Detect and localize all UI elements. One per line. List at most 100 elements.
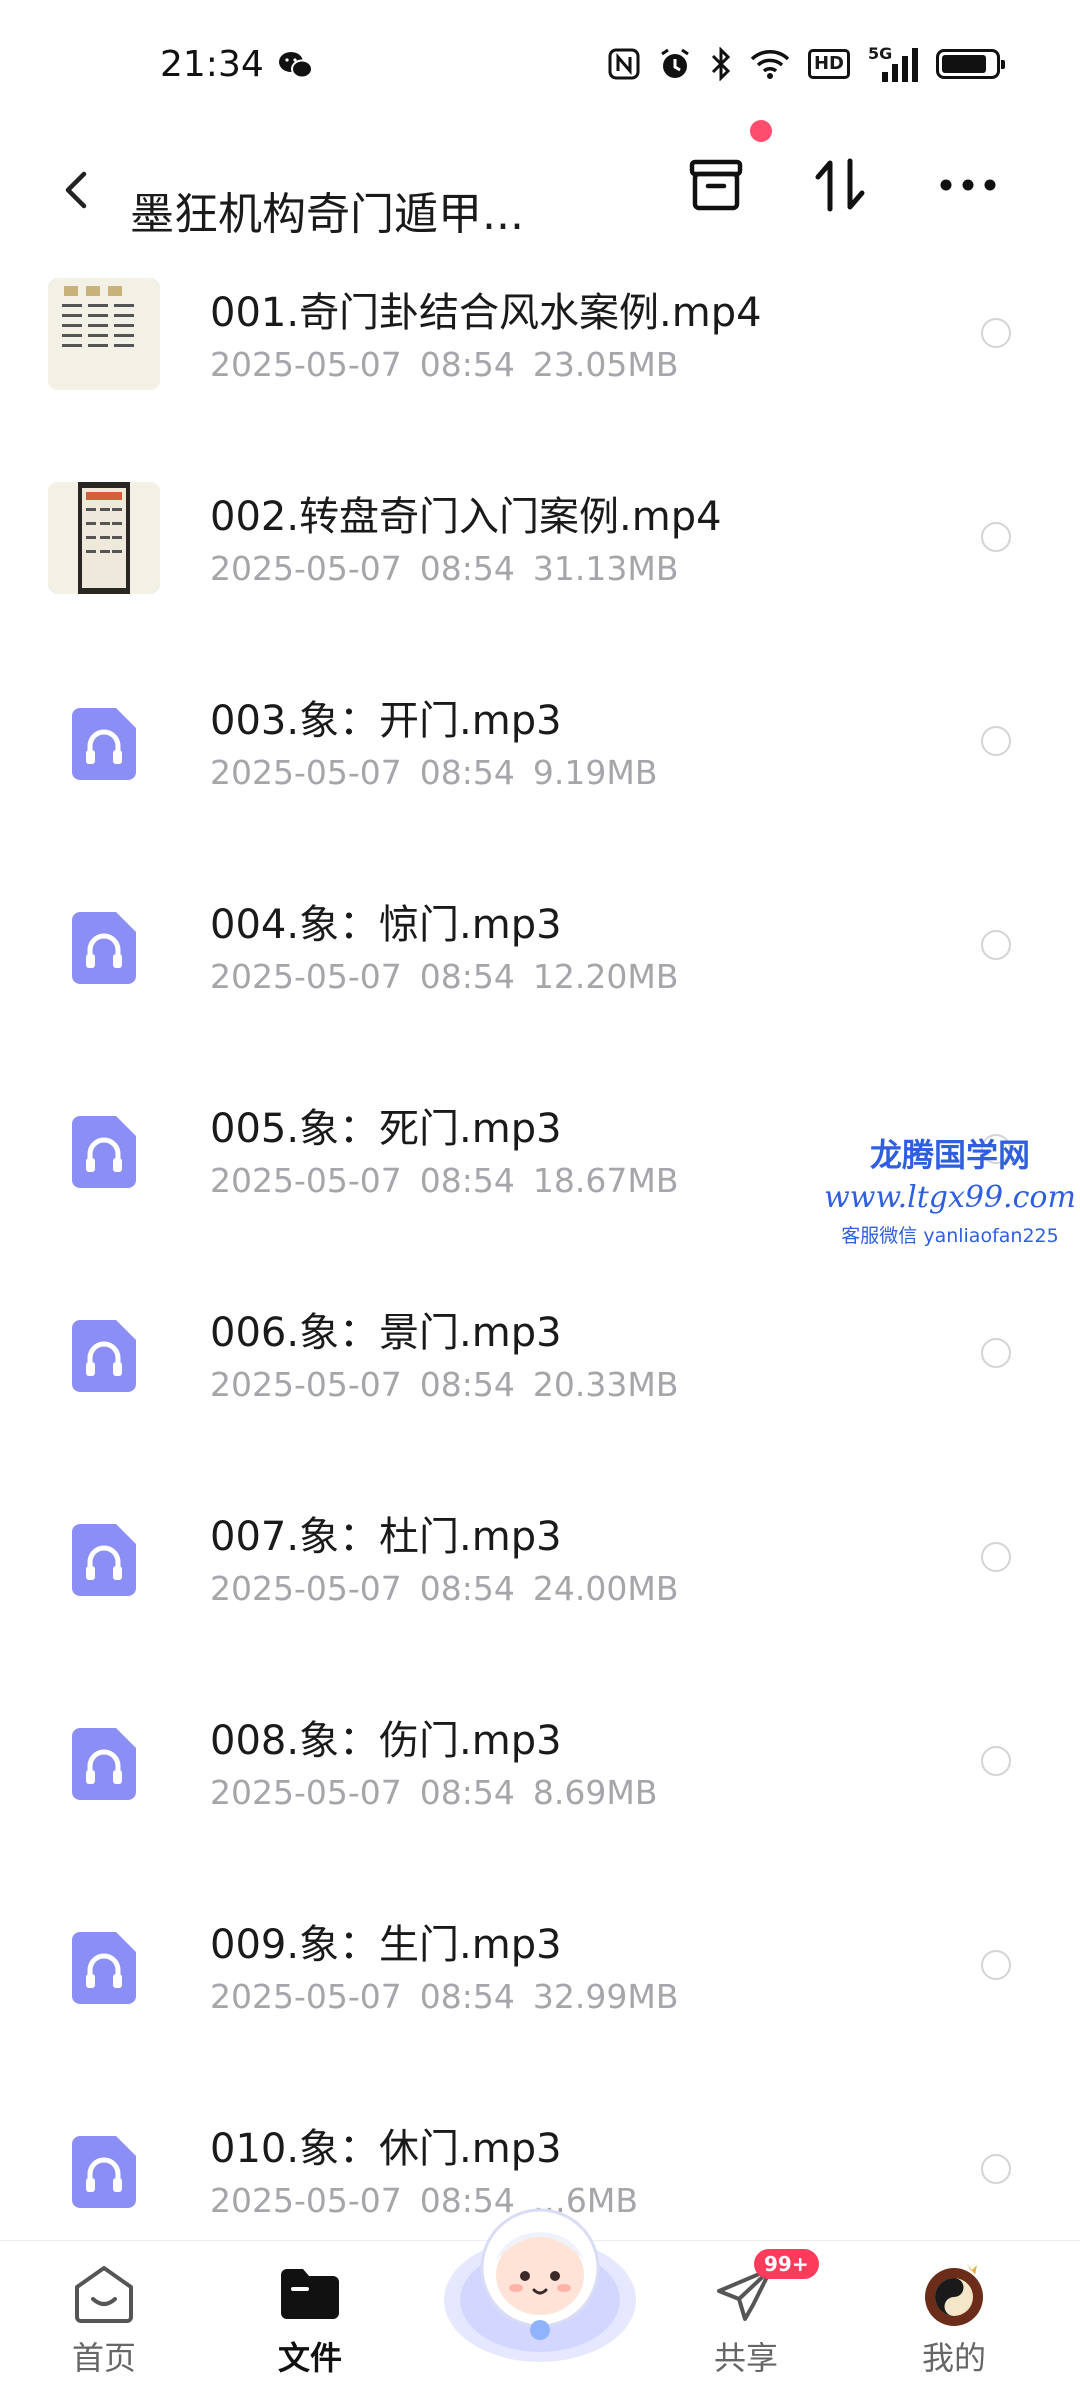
- file-date: 2025-05-07: [210, 753, 402, 792]
- file-date: 2025-05-07: [210, 957, 402, 996]
- back-button[interactable]: [48, 160, 108, 220]
- sort-button[interactable]: [800, 145, 880, 225]
- bluetooth-icon: [710, 47, 732, 81]
- archive-icon: [689, 159, 743, 211]
- notification-dot: [750, 120, 772, 142]
- select-radio[interactable]: [981, 1746, 1011, 1776]
- nav-item-home[interactable]: 首页: [34, 2259, 174, 2379]
- nav-label-share: 共享: [713, 2339, 778, 2377]
- audio-file-icon: [72, 708, 136, 784]
- file-row[interactable]: 002.转盘奇门入门案例.mp4 2025-05-07 08:54 31.13MB: [0, 454, 1080, 658]
- file-name: 002.转盘奇门入门案例.mp4: [210, 494, 722, 540]
- nfc-icon: [608, 48, 640, 80]
- nav-item-share[interactable]: 99+ 共享: [676, 2249, 819, 2379]
- audio-file-icon: [72, 1932, 136, 2008]
- more-icon: [940, 179, 996, 191]
- file-meta: 2025-05-07 08:54 31.13MB: [210, 549, 696, 588]
- select-radio[interactable]: [981, 318, 1011, 348]
- file-row[interactable]: 007.象：杜门.mp3 2025-05-07 08:54 24.00MB: [0, 1474, 1080, 1678]
- folder-icon: [270, 2259, 350, 2329]
- select-radio[interactable]: [981, 1338, 1011, 1368]
- file-meta: 2025-05-07 08:54 24.00MB: [210, 1569, 696, 1608]
- share-icon: 99+: [706, 2249, 819, 2329]
- nav-item-profile[interactable]: 我的: [884, 2259, 1024, 2379]
- file-size: 20.33MB: [532, 1365, 679, 1404]
- more-button[interactable]: [928, 145, 1008, 225]
- file-time: 08:54: [419, 549, 515, 588]
- hd-icon: HD: [807, 49, 850, 79]
- file-size: 31.13MB: [532, 549, 679, 588]
- audio-file-icon: [72, 1524, 136, 1600]
- file-date: 2025-05-07: [210, 1977, 402, 2016]
- header: 墨狂机构奇门遁甲...: [0, 120, 1080, 260]
- file-meta: 2025-05-07 08:54 8.69MB: [210, 1773, 675, 1812]
- file-name: 010.象：休门.mp3: [210, 2126, 562, 2172]
- home-icon: [64, 2259, 144, 2329]
- watermark: 龙腾国学网 www.ltgx99.com 客服微信 yanliaofan225: [820, 1130, 1080, 1248]
- profile-avatar-icon: [914, 2259, 994, 2329]
- audio-file-icon: [72, 912, 136, 988]
- file-size: 24.00MB: [532, 1569, 679, 1608]
- file-meta: 2025-05-07 08:54 32.99MB: [210, 1977, 696, 2016]
- file-row[interactable]: 004.象：惊门.mp3 2025-05-07 08:54 12.20MB: [0, 862, 1080, 1066]
- audio-file-icon: [72, 2136, 136, 2212]
- select-radio[interactable]: [981, 930, 1011, 960]
- share-badge: 99+: [754, 2249, 819, 2279]
- select-radio[interactable]: [981, 1542, 1011, 1572]
- file-time: 08:54: [419, 1773, 515, 1812]
- file-name: 007.象：杜门.mp3: [210, 1514, 562, 1560]
- file-row[interactable]: 001.奇门卦结合风水案例.mp4 2025-05-07 08:54 23.05MB: [0, 250, 1080, 454]
- file-time: 08:54: [419, 1977, 515, 2016]
- file-date: 2025-05-07: [210, 2181, 402, 2220]
- file-name: 001.奇门卦结合风水案例.mp4: [210, 290, 762, 336]
- select-radio[interactable]: [981, 1950, 1011, 1980]
- nav-label-profile: 我的: [921, 2339, 986, 2377]
- file-time: 08:54: [419, 1569, 515, 1608]
- nav-label-home: 首页: [71, 2339, 136, 2377]
- file-size: 9.19MB: [532, 753, 658, 792]
- watermark-url: www.ltgx99.com: [824, 1180, 1076, 1215]
- file-name: 009.象：生门.mp3: [210, 1922, 562, 1968]
- file-date: 2025-05-07: [210, 549, 402, 588]
- ai-assistant-icon[interactable]: [430, 2180, 650, 2380]
- file-name: 006.象：景门.mp3: [210, 1310, 562, 1356]
- file-time: 08:54: [419, 1161, 515, 1200]
- file-row[interactable]: 006.象：景门.mp3 2025-05-07 08:54 20.33MB: [0, 1270, 1080, 1474]
- sort-icon: [815, 158, 865, 212]
- file-size: 32.99MB: [532, 1977, 679, 2016]
- nav-item-files[interactable]: 文件: [240, 2259, 380, 2379]
- status-bar: 21:34 HD 5G: [0, 0, 1080, 130]
- file-size: 23.05MB: [532, 345, 679, 384]
- file-name: 008.象：伤门.mp3: [210, 1718, 562, 1764]
- file-time: 08:54: [419, 345, 515, 384]
- file-date: 2025-05-07: [210, 1365, 402, 1404]
- select-radio[interactable]: [981, 522, 1011, 552]
- archive-button[interactable]: [676, 145, 756, 225]
- select-radio[interactable]: [981, 2154, 1011, 2184]
- file-meta: 2025-05-07 08:54 20.33MB: [210, 1365, 696, 1404]
- video-thumbnail: [48, 278, 160, 390]
- file-meta: 2025-05-07 08:54 9.19MB: [210, 753, 675, 792]
- wifi-icon: [750, 48, 790, 80]
- page-title: 墨狂机构奇门遁甲...: [130, 189, 524, 240]
- chevron-left-icon: [65, 171, 87, 209]
- watermark-contact: 客服微信 yanliaofan225: [841, 1225, 1059, 1247]
- file-time: 08:54: [419, 1365, 515, 1404]
- file-size: 8.69MB: [532, 1773, 658, 1812]
- file-row[interactable]: 009.象：生门.mp3 2025-05-07 08:54 32.99MB: [0, 1882, 1080, 2086]
- file-name: 004.象：惊门.mp3: [210, 902, 562, 948]
- alarm-icon: [658, 47, 692, 81]
- file-name: 003.象：开门.mp3: [210, 698, 562, 744]
- file-time: 08:54: [419, 753, 515, 792]
- wechat-icon: [278, 50, 314, 84]
- watermark-title: 龙腾国学网: [869, 1136, 1030, 1174]
- file-date: 2025-05-07: [210, 1161, 402, 1200]
- audio-file-icon: [72, 1320, 136, 1396]
- file-name: 005.象：死门.mp3: [210, 1106, 562, 1152]
- signal-5g-icon: 5G: [868, 44, 918, 84]
- select-radio[interactable]: [981, 726, 1011, 756]
- file-meta: 2025-05-07 08:54 12.20MB: [210, 957, 696, 996]
- file-size: 12.20MB: [532, 957, 679, 996]
- file-row[interactable]: 003.象：开门.mp3 2025-05-07 08:54 9.19MB: [0, 658, 1080, 862]
- file-row[interactable]: 008.象：伤门.mp3 2025-05-07 08:54 8.69MB: [0, 1678, 1080, 1882]
